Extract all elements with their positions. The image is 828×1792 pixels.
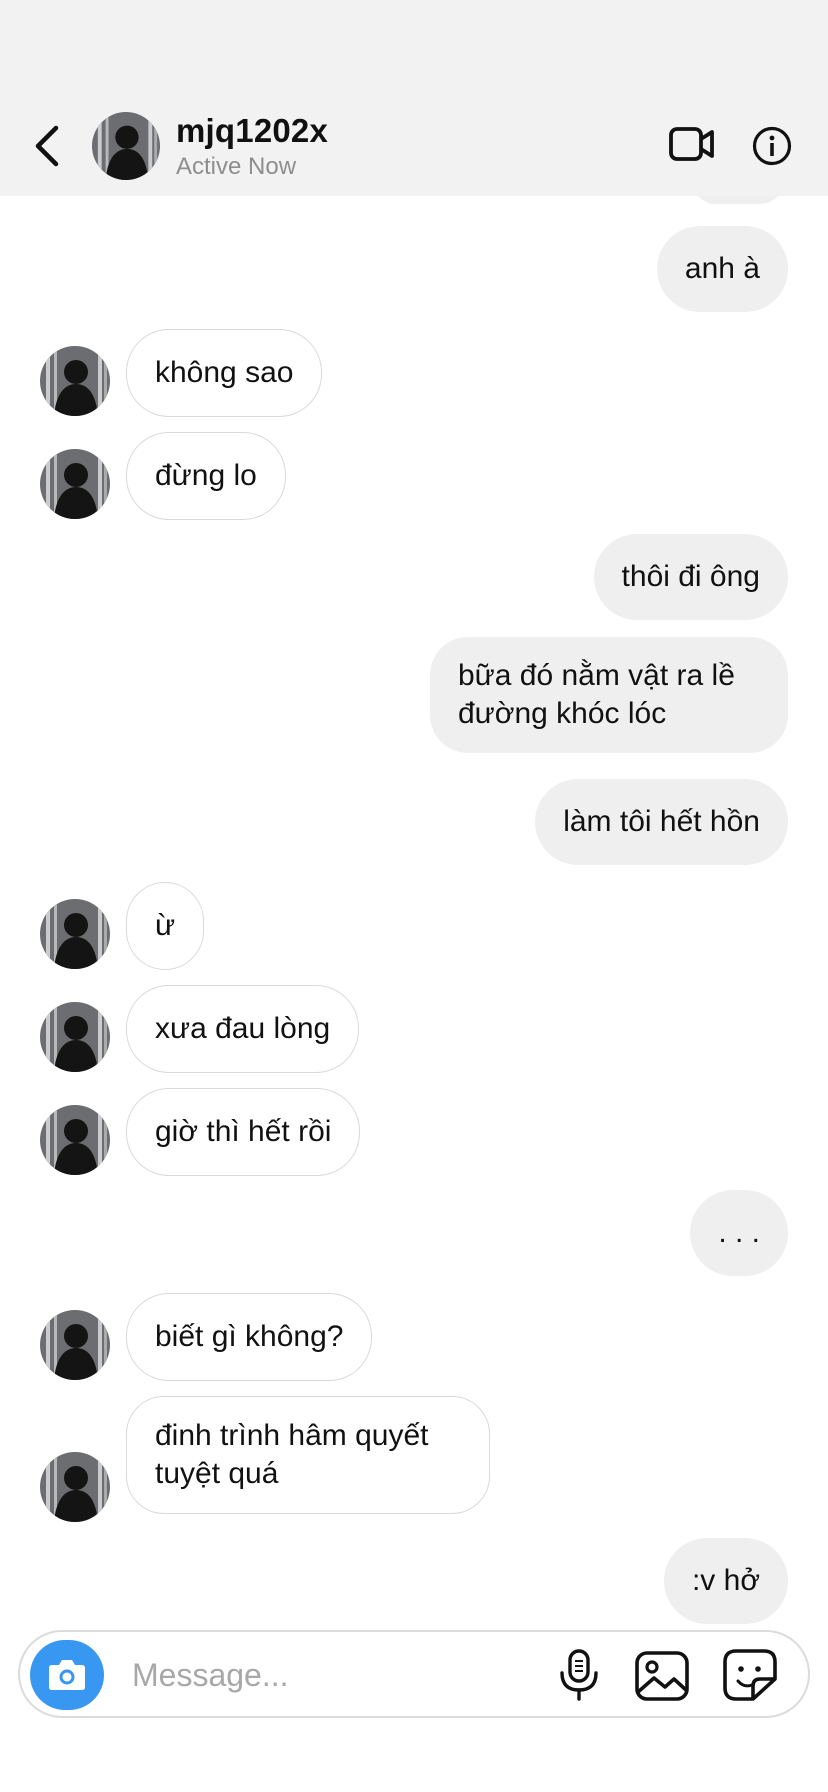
avatar[interactable]	[92, 112, 160, 180]
sender-avatar[interactable]	[40, 1002, 110, 1072]
incoming-message[interactable]: ừ	[126, 882, 205, 970]
incoming-message[interactable]: xưa đau lòng	[126, 985, 360, 1073]
outgoing-message[interactable]: làm tôi hết hồn	[535, 779, 788, 865]
video-call-icon[interactable]	[668, 124, 716, 164]
chevron-left-icon[interactable]	[28, 122, 68, 170]
camera-icon	[49, 1660, 85, 1690]
image-gallery-icon[interactable]	[634, 1650, 690, 1702]
clipped-message-bubble	[692, 196, 784, 204]
chat-header: mjq1202x Active Now	[0, 0, 828, 196]
outgoing-message[interactable]: anh à	[656, 226, 788, 312]
incoming-message[interactable]: biết gì không?	[126, 1293, 373, 1381]
incoming-message[interactable]: không sao	[126, 329, 323, 417]
sticker-icon[interactable]	[722, 1648, 778, 1702]
incoming-message[interactable]: đinh trình hâm quyết tuyệt quá	[126, 1396, 490, 1514]
sender-avatar[interactable]	[40, 1452, 110, 1522]
message-composer	[18, 1630, 810, 1718]
incoming-message[interactable]: đừng lo	[126, 432, 286, 520]
contact-name[interactable]: mjq1202x	[176, 112, 328, 150]
active-status: Active Now	[176, 153, 297, 180]
info-icon[interactable]	[752, 126, 792, 166]
sender-avatar[interactable]	[40, 1105, 110, 1175]
outgoing-message[interactable]: . . .	[690, 1190, 788, 1276]
outgoing-message[interactable]: :v hở	[663, 1538, 788, 1624]
outgoing-message[interactable]: bữa đó nằm vật ra lề đường khóc lóc	[430, 637, 788, 753]
outgoing-message[interactable]: thôi đi ông	[593, 534, 788, 620]
camera-button[interactable]	[30, 1640, 104, 1710]
sender-avatar[interactable]	[40, 449, 110, 519]
microphone-icon[interactable]	[554, 1648, 604, 1702]
home-indicator-area	[0, 1718, 828, 1792]
sender-avatar[interactable]	[40, 1310, 110, 1380]
sender-avatar[interactable]	[40, 346, 110, 416]
incoming-message[interactable]: giờ thì hết rồi	[126, 1088, 361, 1176]
message-input[interactable]	[132, 1650, 532, 1700]
sender-avatar[interactable]	[40, 899, 110, 969]
message-thread[interactable]: anh à không sao đừng lo thôi đi ông bữa …	[0, 196, 828, 1626]
